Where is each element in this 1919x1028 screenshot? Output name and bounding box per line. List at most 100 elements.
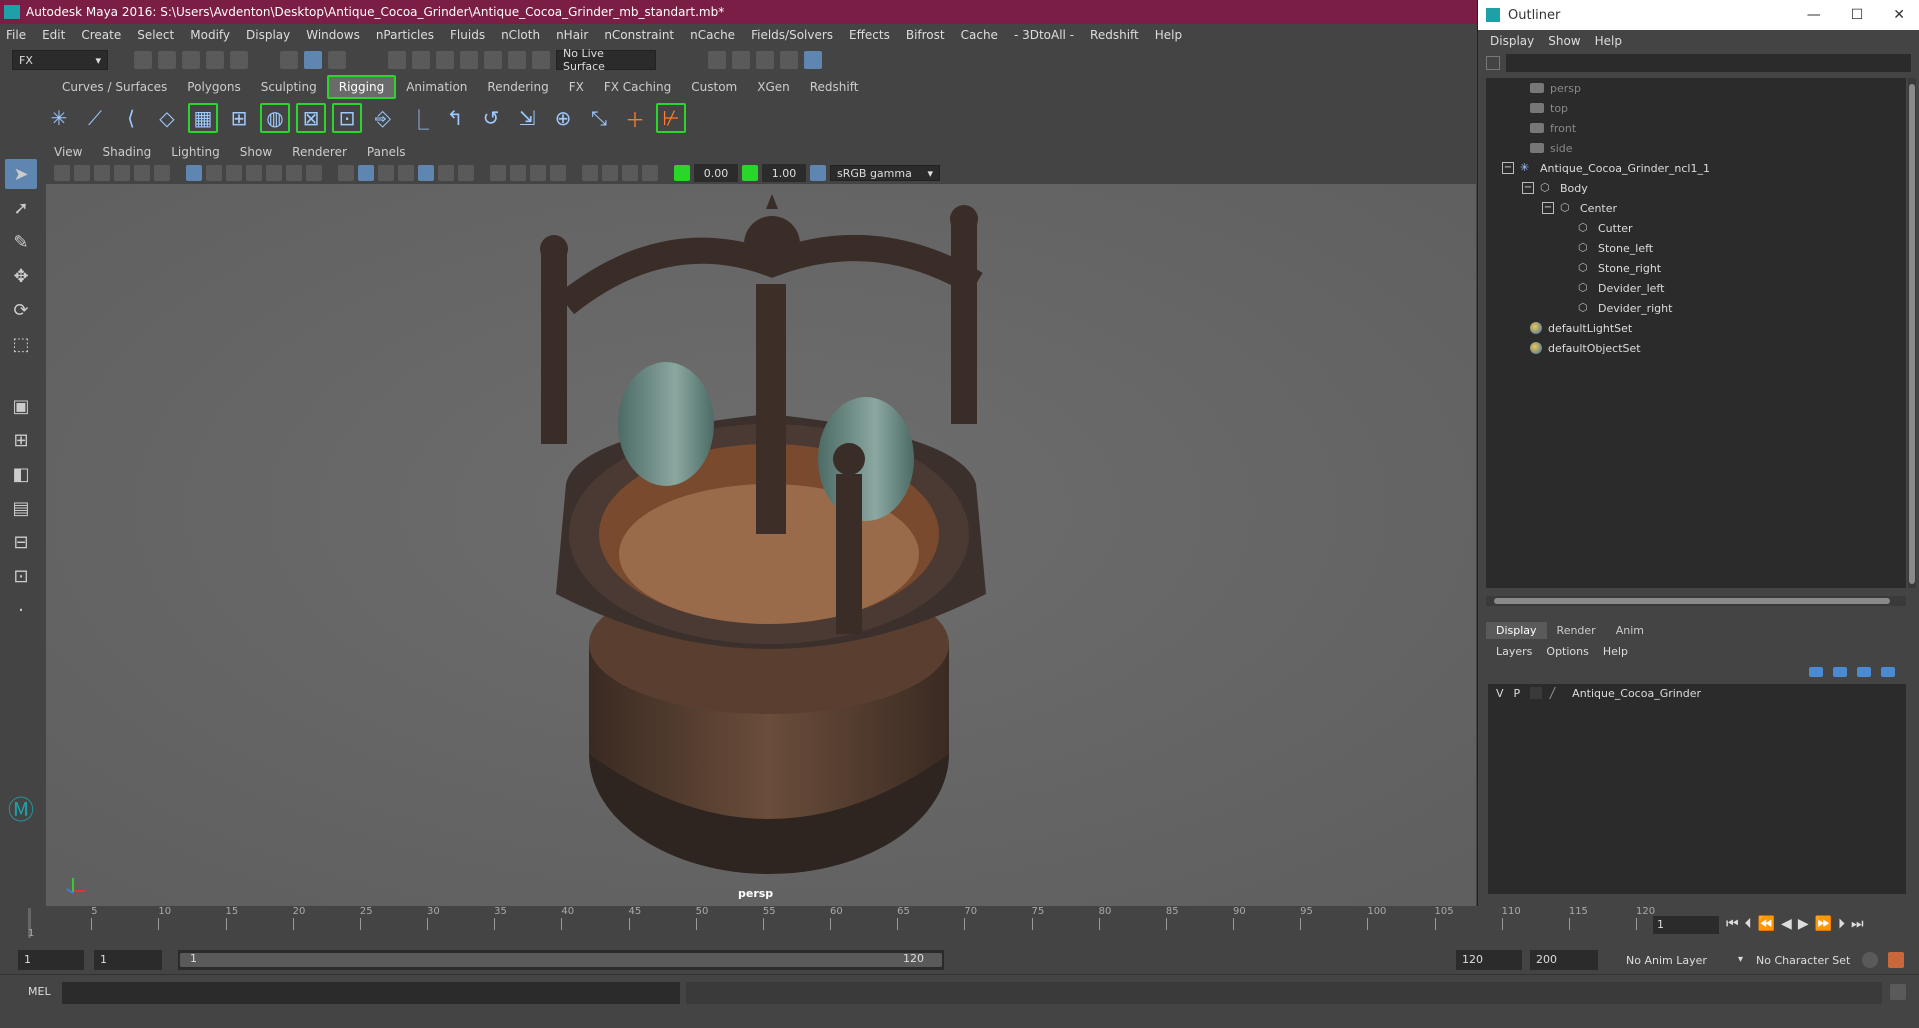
menu-modify[interactable]: Modify xyxy=(190,28,230,42)
paint-select-icon[interactable]: ✎ xyxy=(5,227,37,257)
anim-start-field[interactable]: 1 xyxy=(18,950,84,970)
safe-title-icon[interactable] xyxy=(306,165,322,181)
menu-effects[interactable]: Effects xyxy=(849,28,890,42)
film-gate-icon[interactable] xyxy=(206,165,222,181)
outliner-item-stone-left[interactable]: ⬡ Stone_left xyxy=(1486,238,1906,258)
menu-help[interactable]: Help xyxy=(1155,28,1182,42)
joint-tool-icon[interactable]: ✳ xyxy=(44,103,74,133)
shelf-tab-animation[interactable]: Animation xyxy=(396,77,477,97)
anim-end-field[interactable]: 200 xyxy=(1530,950,1598,970)
select-hierarchy-icon[interactable] xyxy=(280,51,298,69)
collapse-icon[interactable]: − xyxy=(1542,202,1554,214)
select-tool-icon[interactable]: ➤ xyxy=(5,159,37,189)
render-frame-icon[interactable] xyxy=(732,51,750,69)
auto-key-icon[interactable] xyxy=(1862,952,1878,968)
gamma-icon[interactable] xyxy=(742,165,758,181)
menu-bifrost[interactable]: Bifrost xyxy=(906,28,945,42)
exposure-icon[interactable] xyxy=(674,165,690,181)
bind-skin-icon[interactable]: ⊞ xyxy=(224,103,254,133)
move-tool-icon[interactable]: ✥ xyxy=(5,261,37,291)
view-transform-select[interactable]: sRGB gamma ▾ xyxy=(830,165,940,181)
scale-tool-icon[interactable]: ⬚ xyxy=(5,329,37,359)
playback-start-field[interactable]: 1 xyxy=(94,950,162,970)
animation-preferences-icon[interactable] xyxy=(1888,952,1904,968)
shelf-tab-sculpting[interactable]: Sculpting xyxy=(251,77,327,97)
textured-icon[interactable] xyxy=(418,165,434,181)
outliner-item-devider-left[interactable]: ⬡ Devider_left xyxy=(1486,278,1906,298)
shelf-tab-xgen[interactable]: XGen xyxy=(747,77,800,97)
layer-tab-display[interactable]: Display xyxy=(1486,621,1547,639)
collapse-icon[interactable]: − xyxy=(1522,182,1534,194)
new-scene-icon[interactable] xyxy=(134,51,152,69)
default-lighting-icon[interactable] xyxy=(398,165,414,181)
current-frame-field[interactable]: 1 xyxy=(1653,916,1719,934)
layer-menu-help[interactable]: Help xyxy=(1603,645,1628,658)
layer-display-type[interactable] xyxy=(1530,687,1543,699)
render-settings-icon[interactable] xyxy=(780,51,798,69)
outliner-search-input[interactable] xyxy=(1506,54,1911,72)
camera-select-icon[interactable] xyxy=(54,165,70,181)
outliner-item-default-object-set[interactable]: defaultObjectSet xyxy=(1486,338,1906,358)
viewport-menu-view[interactable]: View xyxy=(54,145,82,159)
menu-nconstraint[interactable]: nConstraint xyxy=(604,28,674,42)
open-scene-icon[interactable] xyxy=(158,51,176,69)
play-backwards-icon[interactable]: ◀ xyxy=(1781,916,1792,932)
menu-fields-solvers[interactable]: Fields/Solvers xyxy=(751,28,833,42)
layer-row[interactable]: V P Antique_Cocoa_Grinder xyxy=(1488,684,1906,702)
safe-action-icon[interactable] xyxy=(286,165,302,181)
time-slider[interactable]: 5 10 15 20 25 30 35 40 45 50 55 60 65 70 75 80 85 90 95 100… xyxy=(0,906,1919,944)
outliner-item-persp[interactable]: persp xyxy=(1486,78,1906,98)
outliner-item-center[interactable]: − ⬡ Center xyxy=(1486,198,1906,218)
grid-toggle-icon[interactable] xyxy=(186,165,202,181)
move-layer-up-icon[interactable] xyxy=(1809,667,1823,677)
go-to-end-icon[interactable]: ⏭ xyxy=(1851,916,1864,932)
outliner-item-stone-right[interactable]: ⬡ Stone_right xyxy=(1486,258,1906,278)
xray-joints-icon[interactable] xyxy=(622,165,638,181)
layer-tab-render[interactable]: Render xyxy=(1547,622,1606,639)
menu-windows[interactable]: Windows xyxy=(306,28,360,42)
menu-file[interactable]: File xyxy=(6,28,26,42)
select-component-icon[interactable] xyxy=(328,51,346,69)
gamma-field[interactable]: 1.00 xyxy=(762,164,806,182)
filter-icon[interactable] xyxy=(1486,56,1500,70)
screen-space-ao-icon[interactable] xyxy=(490,165,506,181)
outliner-vertical-scrollbar[interactable] xyxy=(1908,78,1916,588)
persp-hypershade-layout-icon[interactable]: ⊟ xyxy=(5,527,37,557)
step-forward-frame-icon[interactable]: ⏵ xyxy=(1838,916,1845,932)
symmetry-icon[interactable] xyxy=(532,51,550,69)
isolate-select-icon[interactable] xyxy=(582,165,598,181)
image-plane-icon[interactable] xyxy=(114,165,130,181)
color-management-icon[interactable] xyxy=(810,165,826,181)
motion-blur-icon[interactable] xyxy=(510,165,526,181)
time-ruler[interactable]: 5 10 15 20 25 30 35 40 45 50 55 60 65 70 75 80 85 90 95 100… xyxy=(28,906,1655,944)
viewport-menu-lighting[interactable]: Lighting xyxy=(171,145,220,159)
outliner-item-devider-right[interactable]: ⬡ Devider_right xyxy=(1486,298,1906,318)
wireframe-icon[interactable] xyxy=(338,165,354,181)
custom-layout-icon[interactable]: ⊡ xyxy=(5,561,37,591)
resolution-gate-icon[interactable] xyxy=(226,165,242,181)
save-scene-icon[interactable] xyxy=(182,51,200,69)
insert-joint-icon[interactable]: ◇ xyxy=(152,103,182,133)
select-object-icon[interactable] xyxy=(304,51,322,69)
menu-edit[interactable]: Edit xyxy=(42,28,65,42)
minimize-icon[interactable]: — xyxy=(1807,7,1821,23)
shelf-tab-fx[interactable]: FX xyxy=(559,77,594,97)
go-to-start-icon[interactable]: ⏮ xyxy=(1726,916,1739,932)
menu-create[interactable]: Create xyxy=(81,28,121,42)
camera-attributes-icon[interactable] xyxy=(74,165,90,181)
use-all-lights-icon[interactable] xyxy=(438,165,454,181)
set-driven-key-icon[interactable]: ⊬ xyxy=(656,103,686,133)
viewport-menu-shading[interactable]: Shading xyxy=(102,145,151,159)
perspective-viewport[interactable]: persp xyxy=(46,184,1476,906)
gate-mask-icon[interactable] xyxy=(246,165,262,181)
layer-visibility-toggle[interactable]: V xyxy=(1496,687,1504,700)
shelf-tab-polygons[interactable]: Polygons xyxy=(177,77,250,97)
exposure-field[interactable]: 0.00 xyxy=(694,164,738,182)
grease-pencil-icon[interactable] xyxy=(154,165,170,181)
outliner-menu-help[interactable]: Help xyxy=(1595,34,1622,48)
locator-icon[interactable]: ＋ xyxy=(620,103,650,133)
create-empty-layer-icon[interactable] xyxy=(1857,667,1871,677)
lattice-icon[interactable]: ⊠ xyxy=(296,103,326,133)
menu-display[interactable]: Display xyxy=(246,28,290,42)
layer-menu-layers[interactable]: Layers xyxy=(1496,645,1532,658)
